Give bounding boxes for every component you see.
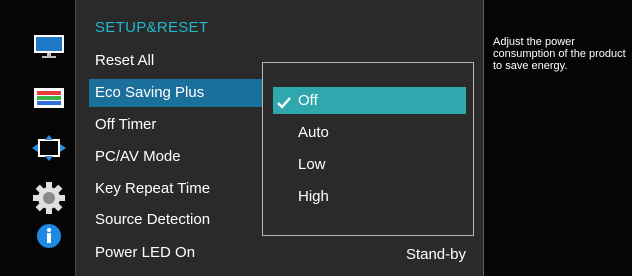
menu-item-key-repeat-time[interactable]: Key Repeat Time bbox=[89, 175, 261, 203]
osd-screen: SETUP&RESET Reset All Eco Saving Plus Of… bbox=[0, 0, 632, 276]
menu-item-pc-av-mode[interactable]: PC/AV Mode bbox=[89, 143, 261, 171]
menu-item-source-detection[interactable]: Source Detection bbox=[89, 206, 261, 234]
setup-menu-button[interactable] bbox=[31, 181, 67, 220]
option-label: High bbox=[298, 188, 329, 205]
sidebar bbox=[0, 0, 75, 276]
menu-title: SETUP&RESET bbox=[95, 19, 209, 36]
option-auto[interactable]: Auto bbox=[273, 119, 466, 146]
menu-item-eco-saving-plus[interactable]: Eco Saving Plus bbox=[89, 79, 264, 107]
option-high[interactable]: High bbox=[273, 183, 466, 210]
info-icon bbox=[36, 223, 62, 254]
eco-saving-options: Off Auto Low High bbox=[262, 62, 474, 236]
menu-item-power-led-on[interactable]: Power LED On bbox=[89, 239, 261, 267]
picture-menu-button[interactable] bbox=[31, 34, 67, 63]
help-text: Adjust the power consumption of the prod… bbox=[493, 36, 626, 72]
power-led-value: Stand-by bbox=[405, 246, 466, 263]
size-position-menu-button[interactable] bbox=[31, 134, 67, 166]
option-off[interactable]: Off bbox=[273, 87, 466, 114]
menu-item-reset-all[interactable]: Reset All bbox=[89, 47, 261, 75]
menu-item-off-timer[interactable]: Off Timer bbox=[89, 111, 261, 139]
option-label: Auto bbox=[298, 124, 329, 141]
screen-size-icon bbox=[32, 134, 66, 166]
monitor-icon bbox=[32, 34, 66, 63]
option-low[interactable]: Low bbox=[273, 151, 466, 178]
setup-reset-menu: SETUP&RESET Reset All Eco Saving Plus Of… bbox=[75, 0, 484, 276]
gear-icon bbox=[32, 181, 66, 220]
checkmark-icon bbox=[276, 93, 292, 109]
option-label: Off bbox=[298, 92, 318, 109]
help-panel: Adjust the power consumption of the prod… bbox=[484, 0, 632, 276]
color-menu-button[interactable] bbox=[31, 87, 67, 113]
color-palette-icon bbox=[32, 86, 66, 115]
information-menu-button[interactable] bbox=[31, 223, 67, 254]
option-label: Low bbox=[298, 156, 326, 173]
